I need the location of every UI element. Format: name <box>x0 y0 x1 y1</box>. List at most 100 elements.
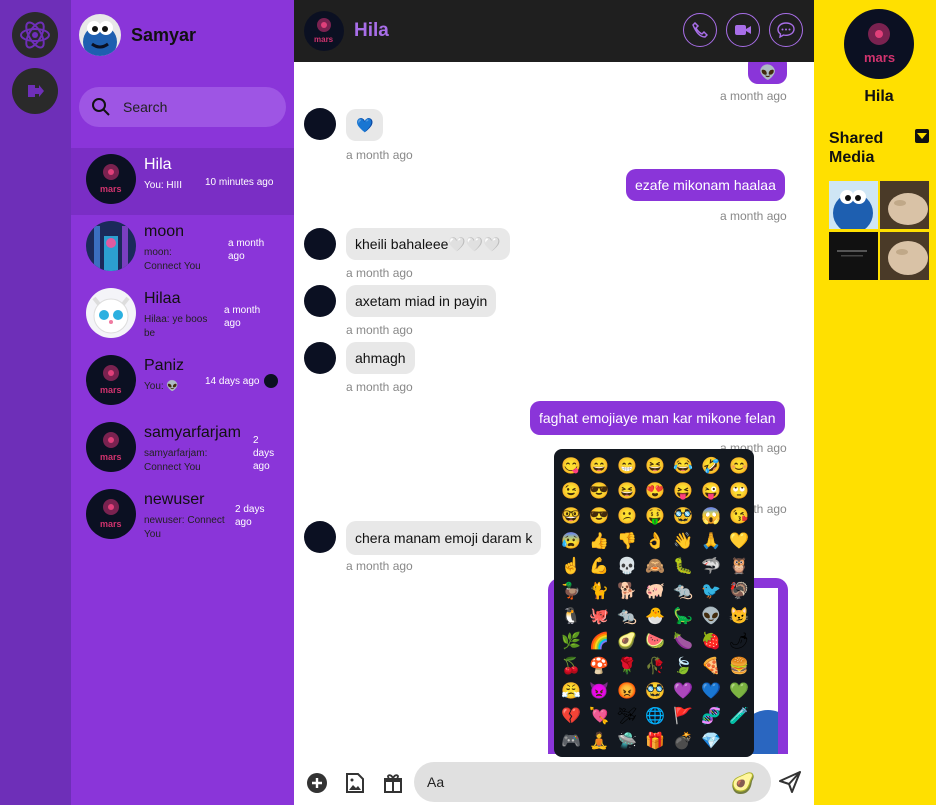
video-call-button[interactable] <box>726 13 760 47</box>
emoji-option[interactable]: 😎 <box>585 504 613 529</box>
emoji-option[interactable]: 😄 <box>585 454 613 479</box>
chat-options-button[interactable] <box>769 13 803 47</box>
emoji-option[interactable]: 🐙 <box>585 604 613 629</box>
emoji-option[interactable]: 🙄 <box>725 479 753 504</box>
chat-avatar[interactable]: mars <box>304 11 344 51</box>
emoji-option[interactable]: 😕 <box>613 504 641 529</box>
emoji-option[interactable]: 😍 <box>641 479 669 504</box>
emoji-option[interactable]: 🍉 <box>641 629 669 654</box>
emoji-option[interactable]: 🐈 <box>585 579 613 604</box>
more-actions-button[interactable] <box>306 772 328 794</box>
emoji-button[interactable]: 🥑 <box>731 771 756 795</box>
emoji-option[interactable]: 💜 <box>669 679 697 704</box>
emoji-option[interactable]: 🙏 <box>697 529 725 554</box>
emoji-option[interactable]: 🌹 <box>613 654 641 679</box>
message-input[interactable] <box>414 762 771 802</box>
emoji-option[interactable]: 🤑 <box>641 504 669 529</box>
emoji-option[interactable]: 😜 <box>697 479 725 504</box>
shared-media-thumbnail[interactable] <box>880 232 929 280</box>
emoji-option[interactable]: 🥸 <box>641 679 669 704</box>
shared-media-thumbnail[interactable] <box>829 181 878 233</box>
shared-media-toggle[interactable] <box>915 129 929 143</box>
emoji-option[interactable]: 💣 <box>669 729 697 754</box>
conversation-item-hila[interactable]: mars Hila You: HIII 10 minutes ago <box>71 148 294 215</box>
emoji-option[interactable]: 👌 <box>641 529 669 554</box>
emoji-option[interactable]: 😊 <box>725 454 753 479</box>
emoji-option[interactable]: 🍄 <box>585 654 613 679</box>
emoji-option[interactable]: 😉 <box>557 479 585 504</box>
gift-button[interactable] <box>382 772 404 794</box>
emoji-option[interactable]: 🧬 <box>697 704 725 729</box>
emoji-option[interactable]: 🦃 <box>725 579 753 604</box>
conversation-item-paniz[interactable]: mars Paniz You: 👽 14 days ago <box>71 349 294 416</box>
emoji-option[interactable]: 👍 <box>585 529 613 554</box>
message-outgoing[interactable]: faghat emojiaye man kar mikone felan <box>530 401 785 435</box>
emoji-option[interactable]: 😰 <box>557 529 585 554</box>
emoji-option[interactable]: 🐧 <box>557 604 585 629</box>
emoji-option[interactable]: 🥑 <box>613 629 641 654</box>
emoji-option[interactable]: 😤 <box>557 679 585 704</box>
emoji-option[interactable]: 🍆 <box>669 629 697 654</box>
emoji-option[interactable]: 🧪 <box>725 704 753 729</box>
emoji-option[interactable]: 🐦 <box>697 579 725 604</box>
emoji-option[interactable]: 💎 <box>697 729 725 754</box>
emoji-option[interactable]: 🎁 <box>641 729 669 754</box>
shared-media-thumbnail[interactable] <box>880 181 929 229</box>
emoji-option[interactable]: 💘 <box>585 704 613 729</box>
emoji-option[interactable]: 👽 <box>697 604 725 629</box>
emoji-option[interactable]: 🤓 <box>557 504 585 529</box>
emoji-option[interactable]: 💔 <box>557 704 585 729</box>
send-button[interactable] <box>778 770 802 794</box>
emoji-option[interactable]: 😘 <box>725 504 753 529</box>
emoji-option[interactable]: 🌶 <box>725 629 753 654</box>
emoji-option[interactable]: 👋 <box>669 529 697 554</box>
emoji-option[interactable]: 🦆 <box>557 579 585 604</box>
message-outgoing[interactable]: ezafe mikonam haalaa <box>626 169 785 201</box>
emoji-option[interactable]: 💙 <box>697 679 725 704</box>
emoji-option[interactable]: 😎 <box>585 479 613 504</box>
message-outgoing[interactable]: 👽 <box>748 62 788 84</box>
emoji-option[interactable]: 🛩 <box>613 704 641 729</box>
emoji-option[interactable]: 👎 <box>613 529 641 554</box>
emoji-option[interactable]: 🍒 <box>557 654 585 679</box>
logout-button[interactable] <box>12 68 58 114</box>
conversation-item-hilaa[interactable]: Hilaa Hilaa: ye boos be a month ago <box>71 282 294 349</box>
message-incoming[interactable]: ahmagh <box>346 342 415 374</box>
emoji-option[interactable]: 😆 <box>641 454 669 479</box>
emoji-option[interactable]: 🐣 <box>641 604 669 629</box>
emoji-option[interactable]: ☝ <box>557 554 585 579</box>
message-incoming[interactable]: axetam miad in payin <box>346 285 497 317</box>
emoji-option[interactable]: 🐀 <box>613 604 641 629</box>
message-incoming[interactable]: 💙 <box>346 109 384 141</box>
emoji-option[interactable]: 🦉 <box>725 554 753 579</box>
emoji-option[interactable]: 🤣 <box>697 454 725 479</box>
emoji-option[interactable]: 🍔 <box>725 654 753 679</box>
emoji-option[interactable]: 🥸 <box>669 504 697 529</box>
emoji-option[interactable]: 🙈 <box>641 554 669 579</box>
conversation-item-moon[interactable]: moon moon: Connect You a month ago <box>71 215 294 282</box>
emoji-option[interactable]: 🍓 <box>697 629 725 654</box>
emoji-option[interactable]: 🦕 <box>669 604 697 629</box>
emoji-option[interactable]: 😂 <box>669 454 697 479</box>
emoji-option[interactable]: 😡 <box>613 679 641 704</box>
emoji-option[interactable]: 🌈 <box>585 629 613 654</box>
conversation-item-newuser[interactable]: mars newuser newuser: Connect You 2 days… <box>71 483 294 550</box>
emoji-option[interactable]: 😱 <box>697 504 725 529</box>
emoji-option[interactable]: 🐕 <box>613 579 641 604</box>
emoji-option[interactable]: 😁 <box>613 454 641 479</box>
voice-call-button[interactable] <box>683 13 717 47</box>
shared-media-thumbnail[interactable] <box>829 232 878 280</box>
current-user[interactable]: Samyar <box>79 14 196 56</box>
emoji-option[interactable]: 💛 <box>725 529 753 554</box>
emoji-option[interactable]: 🌐 <box>641 704 669 729</box>
emoji-option[interactable]: 🛸 <box>613 729 641 754</box>
emoji-option[interactable]: 😆 <box>613 479 641 504</box>
message-incoming[interactable]: kheili bahaleee🤍🤍🤍 <box>346 228 510 260</box>
emoji-option[interactable]: 🍃 <box>669 654 697 679</box>
emoji-option[interactable]: 🐀 <box>669 579 697 604</box>
emoji-option[interactable]: 🦈 <box>697 554 725 579</box>
emoji-option[interactable]: 😋 <box>557 454 585 479</box>
attach-image-button[interactable] <box>344 772 366 794</box>
conversation-item-samyarfarjam[interactable]: mars samyarfarjam samyarfarjam: Connect … <box>71 416 294 483</box>
search-input[interactable] <box>123 99 273 115</box>
